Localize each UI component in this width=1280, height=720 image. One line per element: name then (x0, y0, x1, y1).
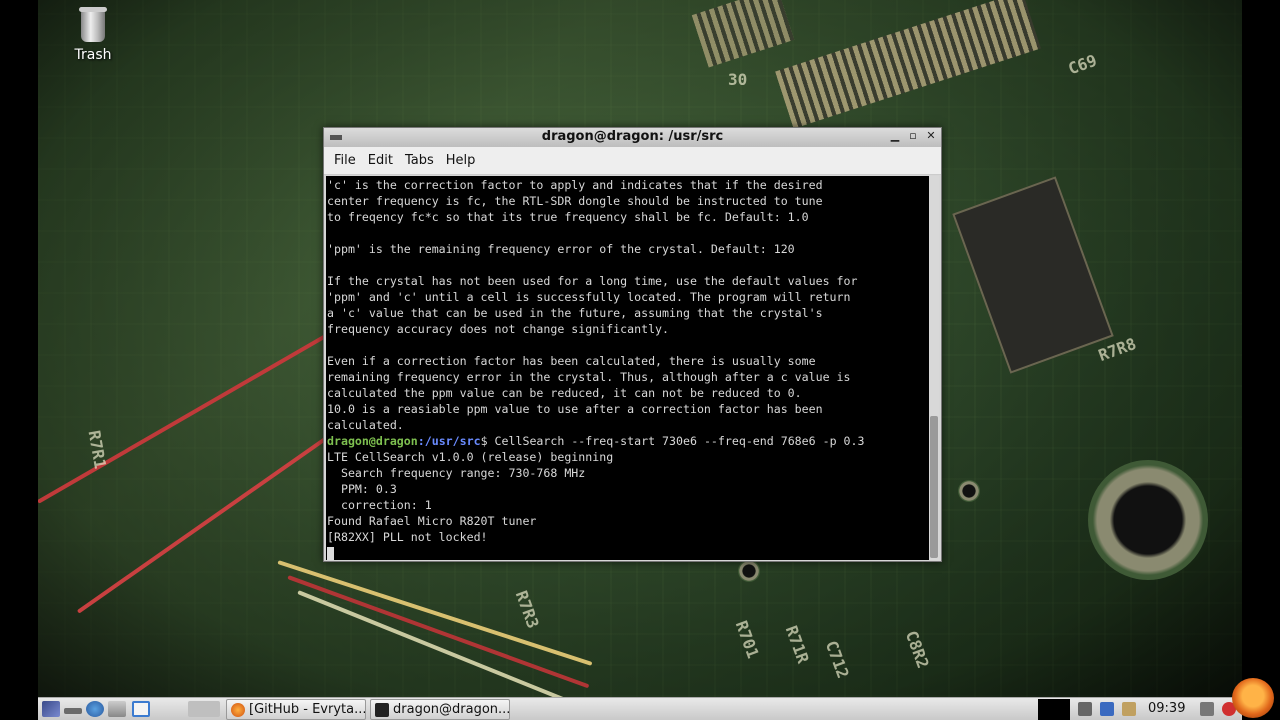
menu-bar: File Edit Tabs Help (324, 147, 941, 175)
pcb-hole (738, 560, 760, 582)
terminal-line: [R82XX] PLL not locked! (327, 530, 488, 544)
red-wire (287, 575, 590, 689)
clock[interactable]: 09:39 (1148, 701, 1185, 716)
firefox-icon (231, 702, 245, 717)
terminal-line: Search frequency range: 730-768 MHz (327, 466, 586, 480)
pcb-label: C69 (1065, 50, 1100, 79)
terminal-line: calculated the ppm value can be reduced,… (327, 386, 802, 400)
minimize-icon[interactable]: ▁ (889, 129, 901, 142)
pcb-label: C712 (821, 638, 853, 681)
close-icon[interactable]: ✕ (925, 129, 937, 142)
terminal-line: center frequency is fc, the RTL-SDR dong… (327, 194, 823, 208)
pcb-pads (691, 0, 795, 68)
terminal-line: If the crystal has not been used for a l… (327, 274, 858, 288)
terminal-line: a 'c' value that can be used in the futu… (327, 306, 823, 320)
scrollbar-thumb[interactable] (930, 416, 938, 558)
terminal-line: to freqency fc*c so that its true freque… (327, 210, 809, 224)
window-titlebar[interactable]: dragon@dragon: /usr/src ▁ ▫ ✕ (324, 128, 941, 147)
pcb-label: R71R (781, 623, 813, 666)
window-title: dragon@dragon: /usr/src (541, 129, 724, 144)
pcb-label: R701 (731, 618, 763, 661)
pcb-label: 30 (728, 70, 748, 89)
pcb-pads (775, 0, 1041, 129)
task-browser[interactable]: [GitHub - Evryta... (226, 699, 366, 720)
terminal-scrollbar[interactable] (929, 176, 939, 560)
left-letterbox (0, 0, 38, 720)
terminal-line: frequency accuracy does not change signi… (327, 322, 670, 336)
network-icon[interactable] (1100, 702, 1114, 716)
file-manager-icon[interactable] (108, 701, 126, 717)
terminal-line: PPM: 0.3 (327, 482, 397, 496)
menu-file[interactable]: File (328, 153, 362, 168)
task-label: [GitHub - Evryta... (249, 702, 366, 717)
pcb-hole (1088, 460, 1208, 580)
terminal-window[interactable]: dragon@dragon: /usr/src ▁ ▫ ✕ File Edit … (323, 127, 942, 562)
clipboard-icon[interactable] (1122, 702, 1136, 716)
tray-spacer (1038, 699, 1070, 720)
prompt-path: :/usr/src (417, 434, 481, 448)
task-label: dragon@dragon... (393, 702, 510, 717)
text-cursor (327, 547, 334, 560)
workspace-indicator[interactable] (188, 701, 220, 717)
terminal-line: 10.0 is a reasiable ppm value to use aft… (327, 402, 823, 416)
right-letterbox (1242, 0, 1280, 720)
shell-prompt-line: dragon@dragon:/usr/src$ CellSearch --fre… (327, 433, 930, 449)
pcb-hole (958, 480, 980, 502)
trash-desktop-icon[interactable]: Trash (68, 7, 118, 63)
terminal-output[interactable]: 'c' is the correction factor to apply an… (326, 176, 931, 560)
terminal-line: 'ppm' is the remaining frequency error o… (327, 242, 795, 256)
prompt-command: $ CellSearch --freq-start 730e6 --freq-e… (480, 434, 865, 448)
pcb-label: C8R2 (901, 628, 933, 671)
terminal-line: 'c' is the correction factor to apply an… (327, 178, 823, 192)
browser-launcher-icon[interactable] (86, 701, 104, 717)
taskbar: [GitHub - Evryta... dragon@dragon... 09:… (38, 697, 1242, 720)
terminal-line: correction: 1 (327, 498, 432, 512)
menu-edit[interactable]: Edit (362, 153, 399, 168)
menu-help[interactable]: Help (440, 153, 482, 168)
terminal-icon (375, 702, 389, 717)
trash-label: Trash (74, 47, 112, 63)
desktop-switcher-icon[interactable] (132, 701, 150, 717)
terminal-line: 'ppm' and 'c' until a cell is successful… (327, 290, 851, 304)
maximize-icon[interactable]: ▫ (907, 129, 919, 142)
terminal-line: calculated. (327, 418, 404, 432)
pcb-chip (952, 176, 1114, 374)
terminal-line: LTE CellSearch v1.0.0 (release) beginnin… (327, 450, 614, 464)
prompt-user: dragon@dragon (327, 434, 418, 448)
terminal-line: Even if a correction factor has been cal… (327, 354, 816, 368)
terminal-line: remaining frequency error in the crystal… (327, 370, 851, 384)
channel-logo-icon (1232, 678, 1274, 718)
yellow-wire (277, 560, 593, 666)
terminal-line: Found Rafael Micro R820T tuner (327, 514, 537, 528)
start-menu-icon[interactable] (42, 701, 60, 717)
terminal-cursor-line (327, 545, 930, 560)
minimize-all-icon[interactable] (64, 708, 82, 714)
pcb-label: R7R3 (511, 588, 543, 631)
pcb-label: R7R1 (84, 428, 110, 471)
volume-icon[interactable] (1078, 702, 1092, 716)
task-terminal[interactable]: dragon@dragon... (370, 699, 510, 720)
trash-icon (79, 7, 107, 42)
menu-tabs[interactable]: Tabs (399, 153, 440, 168)
screen-icon[interactable] (1200, 702, 1214, 716)
